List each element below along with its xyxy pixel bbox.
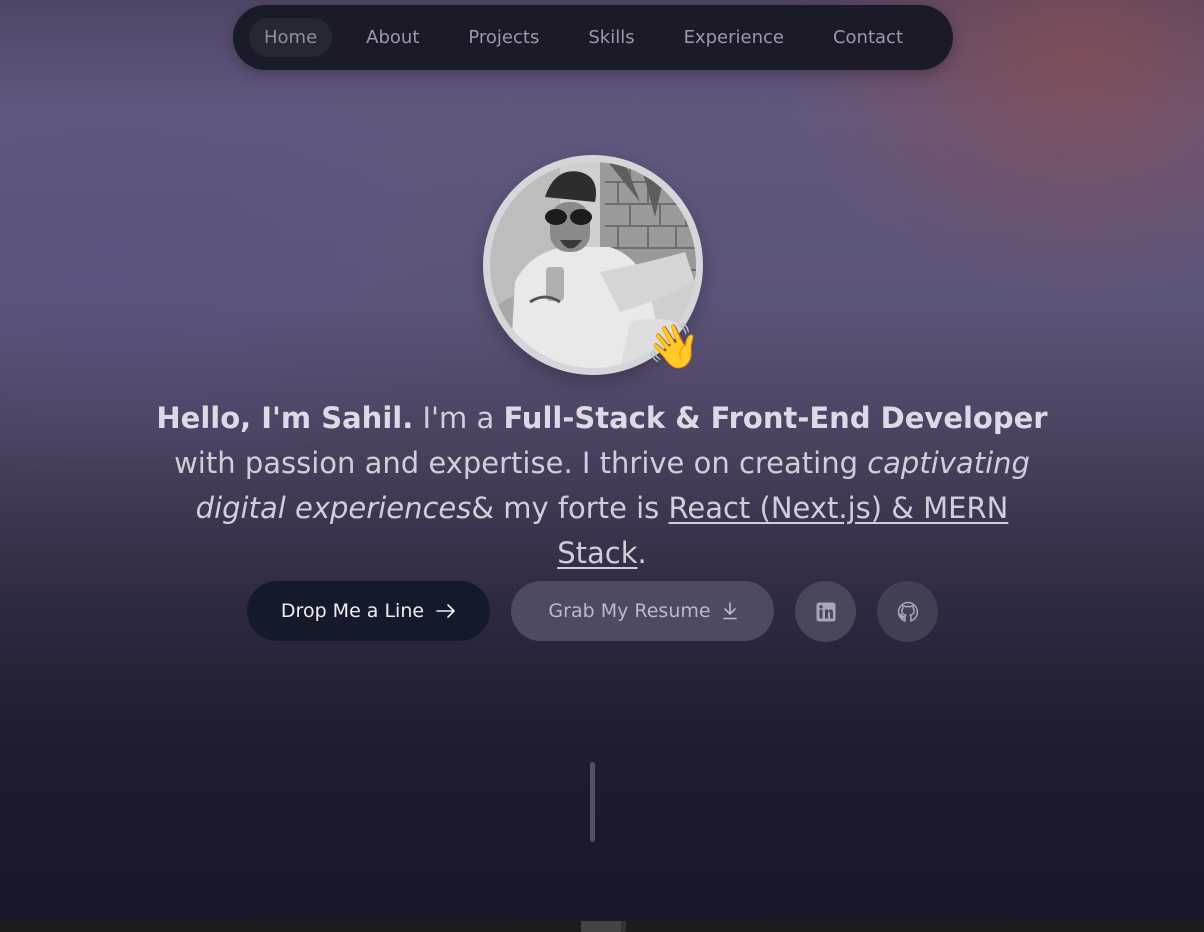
scroll-indicator [590, 762, 595, 842]
linkedin-icon [816, 602, 836, 622]
github-button[interactable] [877, 581, 938, 642]
nav-experience[interactable]: Experience [669, 18, 799, 57]
scrollbar-thumb[interactable] [581, 921, 621, 932]
github-icon [897, 601, 919, 623]
download-icon [722, 602, 737, 620]
scrollbar-thumb-edge [621, 921, 626, 932]
waving-hand-icon: 👋 [646, 321, 701, 372]
nav-home[interactable]: Home [249, 18, 333, 57]
top-navigation: Home About Projects Skills Experience Co… [233, 5, 953, 70]
intro-text-part3: & my forte is [471, 491, 669, 525]
intro-text: Hello, I'm Sahil. I'm a Full-Stack & Fro… [150, 396, 1054, 576]
grab-my-resume-button[interactable]: Grab My Resume [511, 581, 774, 641]
grab-my-resume-label: Grab My Resume [548, 600, 711, 622]
intro-role: Full-Stack & Front-End Developer [503, 401, 1048, 435]
arrow-right-icon [436, 604, 456, 618]
intro-greeting: Hello, I'm Sahil. [156, 401, 414, 435]
nav-contact[interactable]: Contact [818, 18, 918, 57]
nav-projects[interactable]: Projects [453, 18, 554, 57]
intro-text-part1: I'm a [413, 401, 504, 435]
drop-me-a-line-button[interactable]: Drop Me a Line [247, 581, 490, 641]
nav-about[interactable]: About [351, 18, 434, 57]
intro-text-part4: . [637, 536, 647, 570]
drop-me-a-line-label: Drop Me a Line [280, 600, 425, 622]
intro-text-part2: with passion and expertise. I thrive on … [174, 446, 868, 480]
linkedin-button[interactable] [795, 581, 856, 642]
nav-skills[interactable]: Skills [573, 18, 649, 57]
